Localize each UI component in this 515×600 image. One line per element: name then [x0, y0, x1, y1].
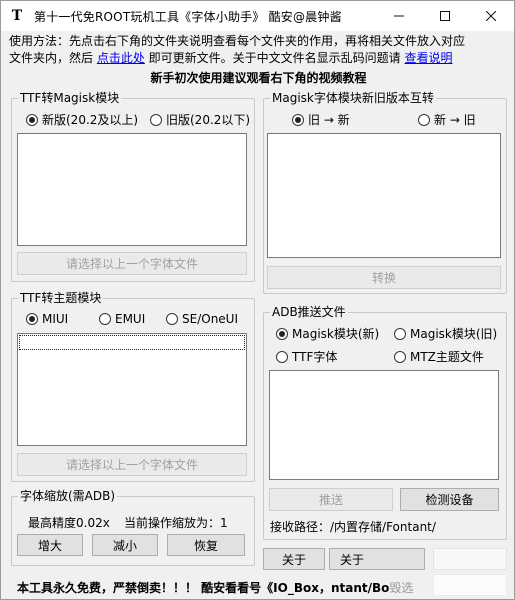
radio-new-to-old[interactable]: 新 → 旧: [418, 111, 476, 128]
maximize-icon: [440, 11, 450, 21]
adb-push-title: ADB推送文件: [270, 304, 348, 320]
receive-path-label: 接收路径：/内置存储/Fontant/: [270, 520, 436, 534]
footer-tail: 毁选: [389, 581, 414, 595]
radio-se-oneui[interactable]: SE/OneUI: [166, 312, 238, 326]
radio-magisk-new[interactable]: Magisk模块(新): [276, 325, 379, 342]
ttf-theme-select-button[interactable]: 请选择以上一个字体文件: [17, 453, 247, 476]
ttf-theme-title: TTF转主题模块: [18, 290, 104, 306]
adb-push-file-list[interactable]: [269, 370, 499, 480]
radio-circle[interactable]: [166, 313, 178, 325]
ttf-magisk-title: TTF转Magisk模块: [18, 90, 122, 106]
adb-push-group: ADB推送文件 Magisk模块(新) Magisk模块(旧) TTF字体 MT…: [263, 304, 507, 540]
detect-device-button[interactable]: 检测设备: [400, 488, 499, 511]
push-button[interactable]: 推送: [269, 488, 393, 511]
instructions-text-1: 使用方法：先点击右下角的文件夹说明查看每个文件夹的作用，再将相关文件放入对应: [9, 34, 466, 48]
radio-label: EMUI: [115, 312, 146, 326]
radio-label: 旧 → 新: [308, 113, 350, 127]
focus-indicator: [19, 335, 245, 350]
radio-circle[interactable]: [394, 327, 406, 340]
radio-ttf-font[interactable]: TTF字体: [276, 348, 337, 365]
radio-circle[interactable]: [99, 313, 111, 325]
window-controls: [376, 1, 514, 31]
window-title: 第十一代免ROOT玩机工具《字体小助手》 酷安@晨钟酱: [34, 9, 342, 24]
radio-circle[interactable]: [394, 350, 406, 363]
radio-label: 新版(20.2及以上): [42, 113, 139, 127]
app-icon: T: [11, 8, 23, 24]
radio-label: 旧版(20.2以下): [166, 113, 251, 127]
about-button-2[interactable]: 关于: [329, 548, 425, 570]
close-icon: [486, 11, 496, 21]
radio-label: MIUI: [42, 312, 69, 326]
radio-label: Magisk模块(旧): [410, 327, 498, 341]
radio-label: 新 → 旧: [434, 113, 476, 127]
ttf-theme-group: TTF转主题模块 MIUI EMUI SE/OneUI 请选择以上一个字体文件: [11, 290, 255, 482]
magisk-convert-group: Magisk字体模块新旧版本互转 旧 → 新 新 → 旧 转换: [263, 90, 507, 294]
close-button[interactable]: [468, 1, 514, 31]
instructions: 使用方法：先点击右下角的文件夹说明查看每个文件夹的作用，再将相关文件放入对应 文…: [9, 33, 509, 67]
minimize-button[interactable]: [376, 1, 422, 31]
radio-circle[interactable]: [276, 350, 288, 363]
instructions-text-2: 文件夹内，然后: [9, 51, 97, 65]
hidden-button[interactable]: [433, 548, 507, 570]
enlarge-button[interactable]: 增大: [17, 534, 83, 556]
radio-magisk-old[interactable]: Magisk模块(旧): [394, 325, 497, 342]
radio-label: SE/OneUI: [182, 312, 238, 326]
shrink-button[interactable]: 减小: [92, 534, 158, 556]
radio-circle[interactable]: [418, 113, 430, 126]
radio-label: MTZ主题文件: [410, 350, 484, 364]
precision-label: 最高精度0.02x: [28, 516, 110, 530]
maximize-button[interactable]: [422, 1, 468, 31]
footer-notice: 本工具永久免费，严禁倒卖！！！ 酷安看看号《IO_Box，ntant/Bo毁选: [17, 579, 413, 596]
instructions-text-3: 即可更新文件。关于中文文件名显示乱码问题请: [144, 51, 405, 65]
radio-mtz-theme[interactable]: MTZ主题文件: [394, 348, 484, 365]
help-link[interactable]: 查看说明: [404, 51, 452, 65]
radio-circle[interactable]: [292, 113, 304, 126]
radio-circle[interactable]: [150, 113, 162, 126]
convert-button[interactable]: 转换: [267, 266, 501, 289]
restore-button[interactable]: 恢复: [167, 534, 245, 556]
radio-new-version[interactable]: 新版(20.2及以上): [26, 111, 138, 128]
ttf-magisk-file-list[interactable]: [17, 133, 247, 246]
radio-circle[interactable]: [276, 327, 288, 340]
radio-label: TTF字体: [292, 350, 338, 364]
radio-old-version[interactable]: 旧版(20.2以下): [150, 111, 250, 128]
radio-emui[interactable]: EMUI: [99, 312, 145, 326]
ttf-magisk-group: TTF转Magisk模块 新版(20.2及以上) 旧版(20.2以下) 请选择以…: [11, 90, 255, 282]
update-files-link[interactable]: 点击此处: [97, 51, 145, 65]
radio-circle[interactable]: [26, 113, 38, 126]
ttf-magisk-select-button[interactable]: 请选择以上一个字体文件: [17, 252, 247, 275]
title-bar[interactable]: T 第十一代免ROOT玩机工具《字体小助手》 酷安@晨钟酱: [1, 1, 514, 31]
beginner-note: 新手初次使用建议观看右下角的视频教程: [150, 71, 367, 85]
ttf-theme-file-list[interactable]: [17, 333, 247, 446]
app-window: T 第十一代免ROOT玩机工具《字体小助手》 酷安@晨钟酱 使用方法：先点击右下…: [0, 0, 515, 600]
radio-circle[interactable]: [26, 313, 38, 325]
magisk-convert-title: Magisk字体模块新旧版本互转: [270, 90, 436, 106]
font-scale-group: 字体缩放(需ADB) 最高精度0.02x 当前操作缩放为：1 增大 减小 恢复: [11, 488, 255, 566]
radio-miui[interactable]: MIUI: [26, 312, 68, 326]
about-button-1[interactable]: 关于: [263, 548, 325, 570]
minimize-icon: [394, 15, 404, 17]
hidden-button-2[interactable]: [433, 574, 507, 596]
current-scale-label: 当前操作缩放为：1: [124, 516, 228, 530]
magisk-convert-file-list[interactable]: [267, 133, 501, 258]
font-scale-title: 字体缩放(需ADB): [18, 488, 118, 504]
radio-old-to-new[interactable]: 旧 → 新: [292, 111, 350, 128]
footer-text: 本工具永久免费，严禁倒卖！！！ 酷安看看号《IO_Box，ntant/Bo: [17, 581, 390, 595]
radio-label: Magisk模块(新): [292, 327, 380, 341]
